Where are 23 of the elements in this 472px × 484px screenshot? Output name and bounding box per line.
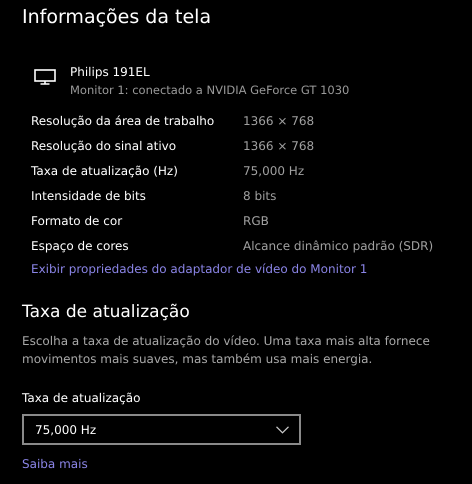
property-value: Alcance dinâmico padrão (SDR)	[243, 238, 434, 252]
property-value: 75,000 Hz	[243, 164, 304, 178]
property-value: 8 bits	[243, 188, 276, 202]
property-label: Espaço de cores	[31, 238, 130, 252]
property-label: Resolução da área de trabalho	[31, 114, 216, 128]
property-label: Taxa de atualização (Hz)	[31, 164, 179, 178]
property-value: RGB	[243, 214, 269, 228]
refresh-rate-dropdown[interactable]: 75,000 Hz	[22, 414, 301, 445]
monitor-connection: Monitor 1: conectado a NVIDIA GeForce GT 1030	[70, 82, 350, 99]
monitor-name: Philips 191EL	[70, 64, 151, 81]
property-label: Resolução do sinal ativo	[31, 138, 178, 152]
section-heading: Taxa de atualização	[22, 301, 191, 324]
property-value: 1366 × 768	[243, 138, 314, 152]
property-label: Intensidade de bits	[31, 188, 147, 202]
property-label: Formato de cor	[31, 214, 124, 228]
section-description: Escolha a taxa de atualização do vídeo. Uma taxa mais alta fornece movimentos mais suaves, mas também usa mais energia.	[22, 333, 431, 368]
adapter-properties-link[interactable]: Exibir propriedades do adaptador de vídeo do Monitor 1	[31, 260, 368, 278]
property-value: 1366 × 768	[243, 114, 314, 128]
chevron-down-icon	[276, 426, 289, 434]
page-title: Informações da tela	[22, 5, 212, 30]
monitor-icon	[34, 69, 56, 85]
learn-more-link[interactable]: Saiba mais	[22, 456, 88, 472]
dropdown-label: Taxa de atualização	[22, 390, 142, 407]
